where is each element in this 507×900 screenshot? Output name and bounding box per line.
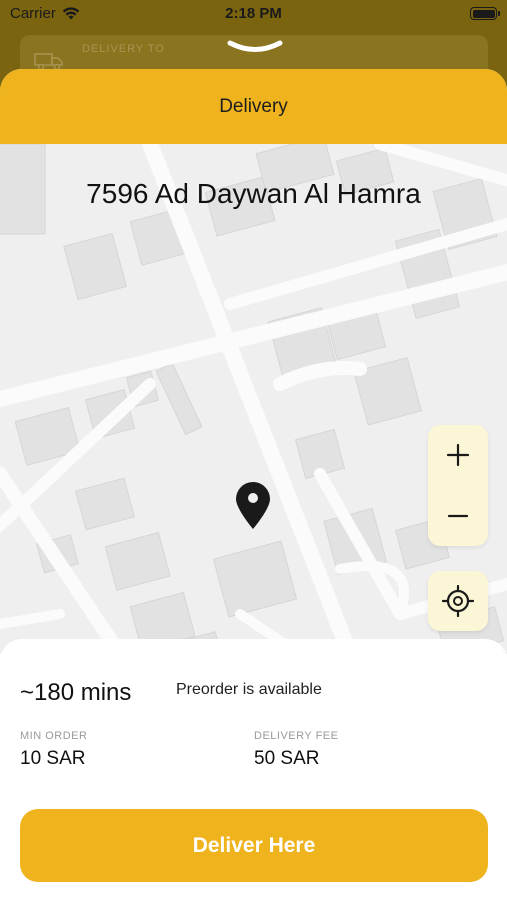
delivery-info-panel: ~180 mins Preorder is available MIN ORDE… — [0, 639, 507, 900]
battery-icon — [470, 7, 500, 20]
delivery-to-label: DELIVERY TO — [82, 43, 165, 55]
preorder-text: Preorder is available — [176, 681, 322, 698]
crosshair-icon — [442, 585, 474, 617]
minus-icon — [447, 514, 469, 518]
plus-icon — [446, 443, 470, 467]
zoom-out-button[interactable] — [428, 486, 488, 546]
status-time: 2:18 PM — [225, 5, 282, 22]
min-order-value: 10 SAR — [20, 748, 86, 769]
delivery-truck-icon — [34, 53, 63, 71]
sheet-header: Delivery — [0, 69, 507, 144]
status-bar: Carrier 2:18 PM — [0, 0, 507, 30]
delivery-sheet: Delivery 7596 Ad Daywan Al Hamra ~180 mi… — [0, 69, 507, 900]
deliver-here-button[interactable]: Deliver Here — [20, 809, 488, 882]
eta-text: ~180 mins — [20, 679, 132, 706]
sheet-title: Delivery — [219, 96, 288, 117]
locate-me-button[interactable] — [428, 571, 488, 631]
zoom-controls — [428, 425, 488, 546]
delivery-fee-value: 50 SAR — [254, 748, 320, 769]
min-order-label: MIN ORDER — [20, 730, 88, 742]
chevron-down-icon[interactable] — [226, 38, 284, 56]
map-pin-icon — [236, 482, 270, 529]
delivery-address: 7596 Ad Daywan Al Hamra — [86, 178, 421, 209]
map-view[interactable]: 7596 Ad Daywan Al Hamra — [0, 144, 507, 654]
delivery-fee-label: DELIVERY FEE — [254, 730, 339, 742]
zoom-in-button[interactable] — [428, 425, 488, 485]
